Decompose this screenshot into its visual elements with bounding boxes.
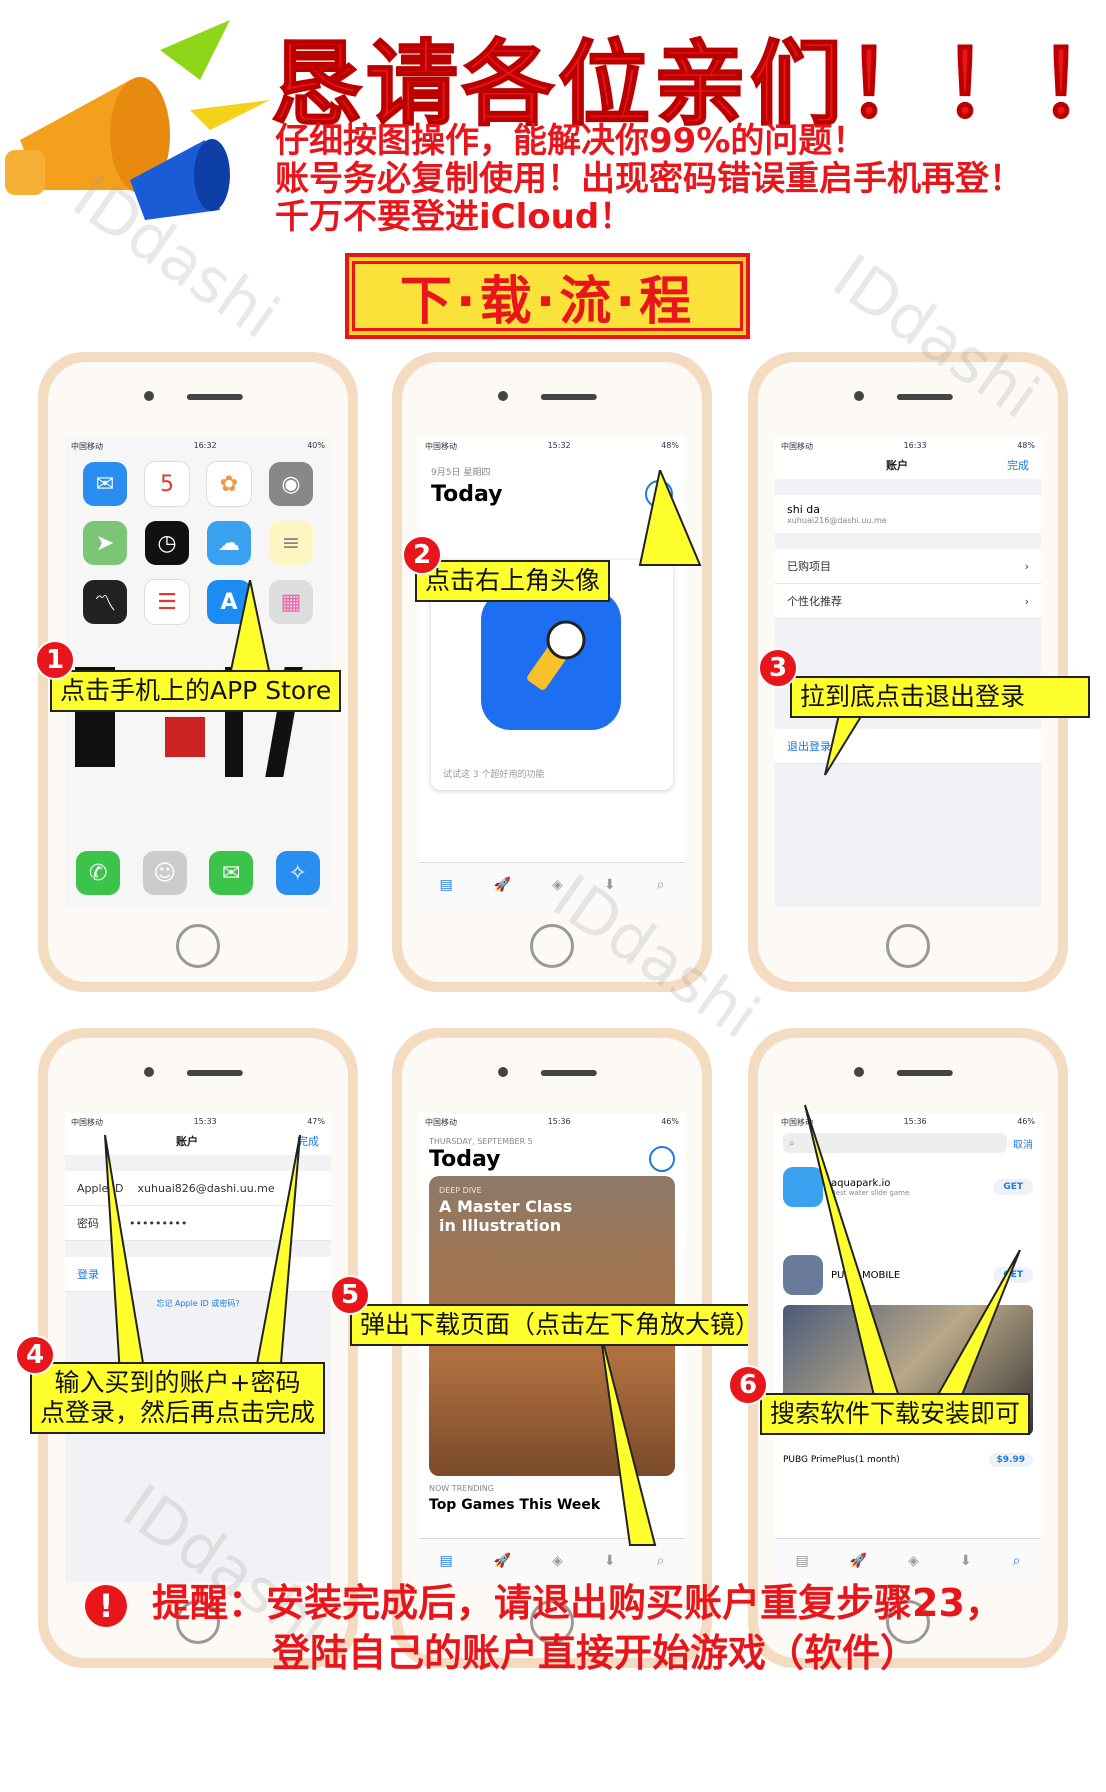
phone-app-icon[interactable]: ✆ bbox=[76, 851, 121, 895]
login-button[interactable]: 登录 bbox=[77, 1266, 99, 1282]
apps-tab-icon[interactable]: ◈ bbox=[552, 1553, 563, 1569]
phone-step-2: 中国移动 15:32 48% 9月5日 星期四 Today 试试这 3 个超好用的功… bbox=[392, 352, 712, 992]
notice-line-1: 仔细按图操作，能解决你99%的问题！ bbox=[275, 121, 867, 161]
home-button[interactable] bbox=[886, 924, 930, 968]
reminders-icon[interactable]: ☰ bbox=[144, 579, 190, 625]
notability-icon bbox=[481, 590, 621, 730]
password-label: 密码 bbox=[77, 1217, 99, 1230]
avatar[interactable] bbox=[649, 1146, 675, 1172]
games-tab-icon[interactable]: 🚀 bbox=[850, 1553, 867, 1569]
account-name: shi da bbox=[787, 503, 820, 516]
notice-line-2: 账号务必复制使用！出现密码错误重启手机再登！ bbox=[275, 159, 1023, 199]
iap-price[interactable]: $9.99 bbox=[988, 1453, 1033, 1467]
step-3-callout: 拉到底点击退出登录 bbox=[790, 676, 1090, 718]
camera-icon[interactable]: ◉ bbox=[269, 462, 313, 506]
clock-icon[interactable]: ◷ bbox=[145, 521, 189, 565]
weather-icon[interactable]: ☁ bbox=[207, 521, 251, 565]
arrow-pointer-3 bbox=[824, 710, 867, 776]
arrow-pointer-1 bbox=[228, 580, 272, 676]
messages-icon[interactable]: ✉ bbox=[209, 851, 254, 895]
photos-icon[interactable]: ✿ bbox=[206, 461, 252, 507]
tab-bar: ▤ 🚀 ◈ ⬇ ⌕ bbox=[775, 1538, 1041, 1583]
personalized-row[interactable]: 个性化推荐 › bbox=[775, 584, 1041, 619]
tab-bar: ▤ 🚀 ◈ ⬇ ⌕ bbox=[419, 862, 685, 907]
step-2-callout: 点击右上角头像 bbox=[415, 560, 611, 602]
done-button[interactable]: 完成 bbox=[1007, 457, 1029, 473]
footer-line-2: 登陆自己的账户直接开始游戏（软件） bbox=[272, 1631, 919, 1675]
notes-icon[interactable]: ≡ bbox=[269, 521, 313, 565]
games-tab-icon[interactable]: 🚀 bbox=[494, 1553, 511, 1569]
contacts-icon[interactable]: ☺ bbox=[142, 851, 187, 895]
today-tab-icon[interactable]: ▤ bbox=[439, 1553, 452, 1569]
step-6-number: 6 bbox=[728, 1365, 768, 1405]
today-title-en: Today bbox=[429, 1146, 501, 1172]
arrow-pointer-6 bbox=[804, 1104, 1021, 1400]
stocks-icon[interactable]: 〽 bbox=[83, 580, 127, 624]
card-tag: DEEP DIVE bbox=[439, 1186, 482, 1195]
account-email: xuhuai216@dashi.uu.me bbox=[787, 516, 887, 525]
step-6-callout: 搜索软件下载安装即可 bbox=[760, 1393, 1031, 1435]
step-4-number: 4 bbox=[15, 1335, 55, 1375]
today-date-en: THURSDAY, SEPTEMBER 5 bbox=[429, 1137, 533, 1146]
step-1-number: 1 bbox=[35, 640, 75, 680]
arrow-pointer-2 bbox=[638, 470, 702, 566]
step-4-callout: 输入买到的账户+密码 点登录，然后再点击完成 bbox=[30, 1362, 326, 1434]
arrow-pointer-4 bbox=[104, 1134, 301, 1376]
purchased-row[interactable]: 已购项目 › bbox=[775, 549, 1041, 584]
safari-icon[interactable]: ✧ bbox=[275, 851, 320, 895]
updates-tab-icon[interactable]: ⬇ bbox=[960, 1553, 972, 1569]
mail-icon[interactable]: ✉ bbox=[83, 462, 127, 506]
account-screen: 中国移动 16:33 48% 账户 完成 shi da xuhuai216@dashi… bbox=[775, 437, 1041, 907]
step-4-line-1: 输入买到的账户+密码 bbox=[54, 1368, 301, 1397]
today-tab-icon[interactable]: ▤ bbox=[795, 1553, 808, 1569]
apps-tab-icon[interactable]: ◈ bbox=[908, 1553, 919, 1569]
step-3-number: 3 bbox=[758, 648, 798, 688]
maps-icon[interactable]: ➤ bbox=[83, 521, 127, 565]
step-5-number: 5 bbox=[330, 1275, 370, 1315]
flow-title-box: 下·载·流·程 bbox=[345, 253, 750, 339]
home-button[interactable] bbox=[176, 924, 220, 968]
step-2-number: 2 bbox=[402, 535, 442, 575]
search-tab-icon[interactable]: ⌕ bbox=[1013, 1553, 1021, 1569]
search-tab-icon[interactable]: ⌕ bbox=[657, 877, 665, 893]
today-title: Today bbox=[431, 481, 503, 507]
footer-line-1: 提醒：安装完成后，请退出购买账户重复步骤23， bbox=[152, 1581, 1003, 1625]
iap-name: PUBG PrimePlus(1 month) bbox=[783, 1455, 900, 1465]
account-nav-title: 账户 bbox=[886, 459, 908, 472]
search-icon: ⌕ bbox=[789, 1137, 795, 1149]
notice-line-3: 千万不要登进iCloud！ bbox=[275, 197, 634, 237]
warning-icon: ! bbox=[85, 1585, 127, 1627]
step-4-line-2: 点登录，然后再点击完成 bbox=[40, 1398, 316, 1427]
step-5-callout: 弹出下载页面（点击左下角放大镜） bbox=[350, 1304, 771, 1346]
card-title: A Master Class in Illustration bbox=[439, 1197, 573, 1235]
today-tab-icon[interactable]: ▤ bbox=[439, 877, 452, 893]
card-label: 试试这 3 个超好用的功能 bbox=[443, 770, 545, 780]
updates-tab-icon[interactable]: ⬇ bbox=[604, 1553, 616, 1569]
search-tab-icon[interactable]: ⌕ bbox=[657, 1553, 665, 1569]
calendar-icon[interactable]: 5 bbox=[144, 461, 190, 507]
flow-title: 下·载·流·程 bbox=[352, 261, 743, 332]
step-1-callout: 点击手机上的APP Store bbox=[50, 670, 342, 712]
games-tab-icon[interactable]: 🚀 bbox=[494, 877, 511, 893]
arrow-pointer-5 bbox=[600, 1330, 657, 1546]
